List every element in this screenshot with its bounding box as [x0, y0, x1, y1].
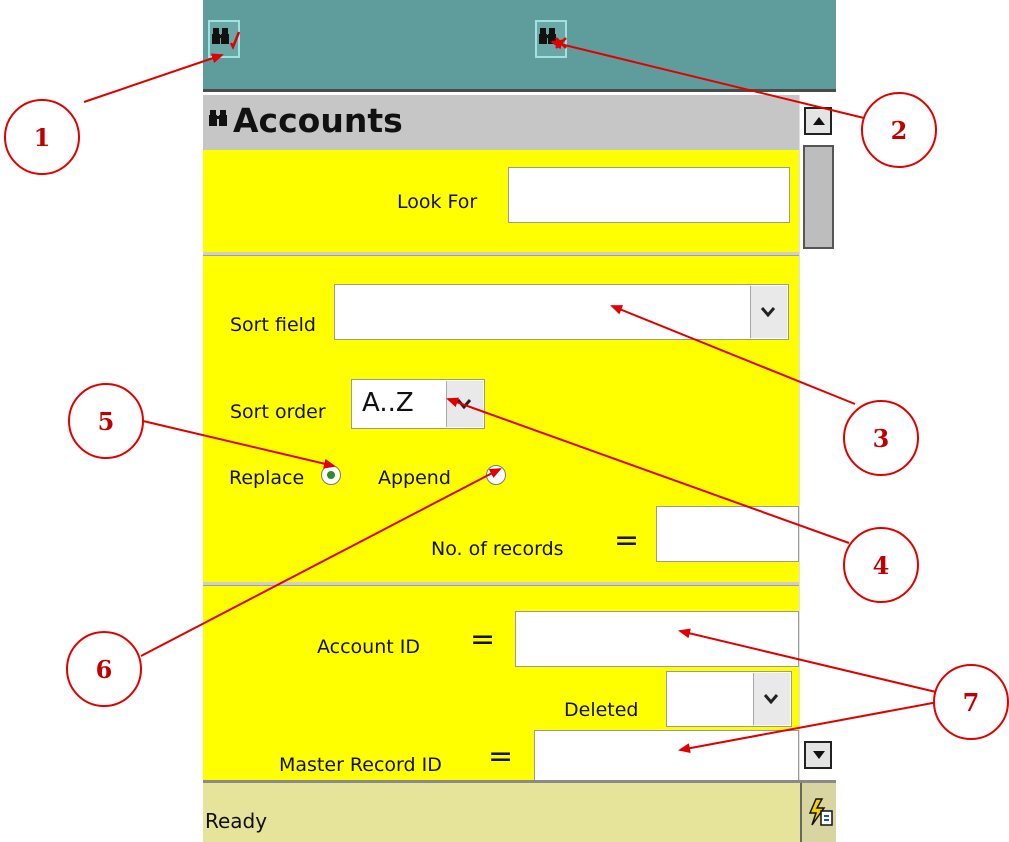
callout-6: 6	[66, 631, 142, 707]
callout-7: 7	[933, 664, 1009, 740]
callout-7-arrow-b	[678, 701, 939, 754]
callout-6-arrow	[140, 468, 502, 657]
callout-3: 3	[843, 400, 919, 476]
callout-2-arrow	[550, 39, 865, 119]
callout-2: 2	[861, 92, 937, 168]
callout-1: 1	[4, 99, 80, 175]
callout-1-arrow	[83, 53, 224, 103]
callout-3-arrow	[610, 305, 856, 405]
callout-5-arrow	[142, 420, 336, 469]
callout-7-arrow-a	[678, 628, 937, 693]
callout-4-arrow	[446, 397, 850, 544]
callout-4: 4	[843, 527, 919, 603]
callout-5: 5	[68, 383, 144, 459]
